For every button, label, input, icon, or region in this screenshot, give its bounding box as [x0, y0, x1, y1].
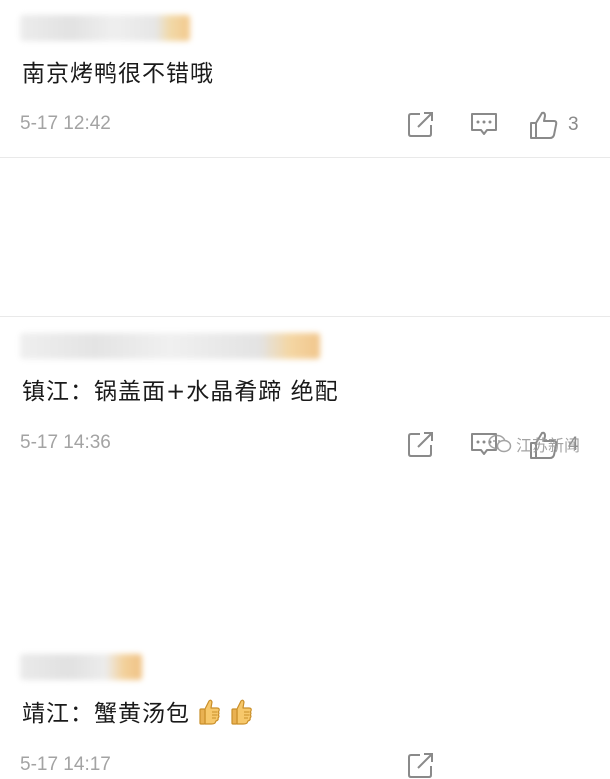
- username-blurred[interactable]: [20, 654, 142, 680]
- comment-item: 南京烤鸭很不错哦 5-17 12:42 3: [0, 0, 610, 157]
- thumbs-up-icon: [530, 111, 558, 139]
- watermark: 江苏新闻: [488, 432, 580, 456]
- like-count: 3: [568, 114, 579, 135]
- thumbs-up-emoji-icon: [196, 698, 222, 734]
- share-button[interactable]: [406, 110, 436, 138]
- share-icon: [408, 112, 433, 137]
- comment-icon: [471, 113, 497, 135]
- comment-timestamp: 5-17 14:17: [20, 754, 111, 775]
- comment-text: 南京烤鸭很不错哦: [22, 61, 214, 87]
- watermark-text: 江苏新闻: [516, 436, 581, 455]
- wechat-icon: [488, 434, 512, 453]
- comment-text: 靖江：蟹黄汤包: [22, 698, 254, 734]
- username-blurred[interactable]: [20, 15, 190, 41]
- like-button[interactable]: 3: [528, 110, 579, 140]
- comment-item: 镇江：锅盖面+水晶肴蹄 绝配 5-17 14:36 4: [0, 158, 610, 459]
- share-icon: [408, 753, 433, 778]
- comment-text-content: 靖江：蟹黄汤包: [22, 701, 190, 727]
- reply-button[interactable]: [469, 110, 499, 138]
- thumbs-up-emoji-icon: [228, 698, 254, 734]
- share-button[interactable]: [406, 751, 436, 779]
- comment-timestamp: 5-17 12:42: [20, 113, 111, 134]
